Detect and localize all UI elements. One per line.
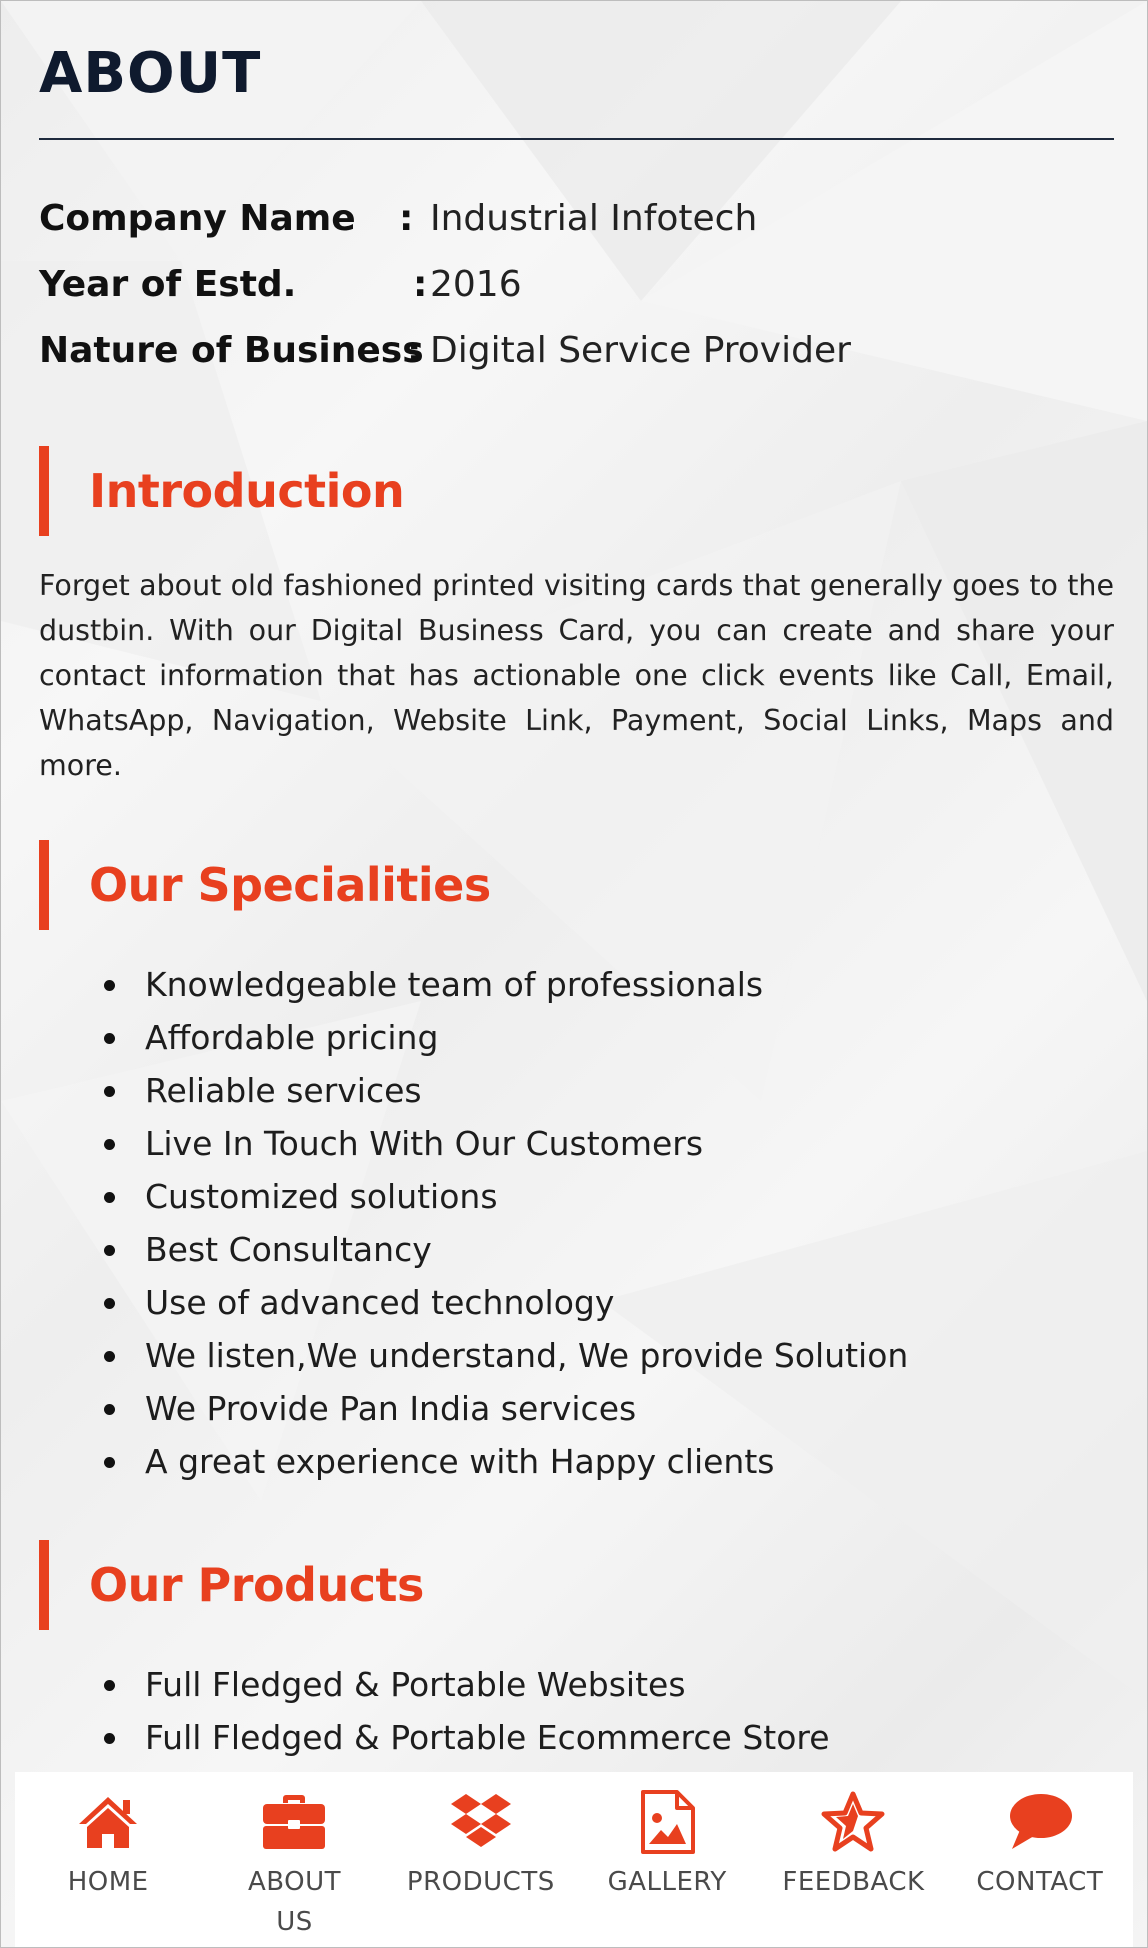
products-heading: Our Products [39,1540,424,1630]
company-name-row: Company Name: Industrial Infotech [39,198,757,239]
nav-about-us-label: ABOUT US [247,1867,342,1937]
nav-contact[interactable]: CONTACT [947,1772,1133,1947]
list-item: We listen,We understand, We provide Solu… [39,1329,908,1382]
introduction-title: Introduction [89,464,405,518]
nature-of-business-label: Nature of Business [39,330,424,371]
year-estd-value: 2016 [430,264,522,305]
chat-bubble-icon [1004,1786,1076,1858]
list-item: Reliable services [39,1064,908,1117]
company-name-value: Industrial Infotech [430,198,758,239]
company-name-colon: : [399,198,414,239]
dropbox-icon [445,1786,517,1858]
products-list: Full Fledged & Portable Websites Full Fl… [39,1658,830,1764]
nature-of-business-row: Nature of Business: Digital Service Provi… [39,330,851,371]
list-item: Affordable pricing [39,1011,908,1064]
list-item: We Provide Pan India services [39,1382,908,1435]
home-icon [72,1786,144,1858]
list-item: Best Consultancy [39,1223,908,1276]
nav-products-label: PRODUCTS [406,1867,555,1897]
list-item: Knowledgeable team of professionals [39,958,908,1011]
nav-feedback[interactable]: FEEDBACK [760,1772,946,1947]
nav-about-us[interactable]: ABOUT US [201,1772,387,1947]
company-name-label: Company Name [39,198,356,239]
introduction-heading: Introduction [39,446,405,536]
nav-gallery[interactable]: GALLERY [574,1772,760,1947]
specialities-list: Knowledgeable team of professionals Affo… [39,958,908,1488]
specialities-title: Our Specialities [89,858,491,912]
image-file-icon [631,1786,703,1858]
briefcase-icon [258,1786,330,1858]
year-estd-row: Year of Estd.:2016 [39,264,522,305]
specialities-heading: Our Specialities [39,840,491,930]
nature-of-business-value: Digital Service Provider [430,330,851,371]
title-divider [39,138,1114,140]
year-estd-colon: : [413,264,428,305]
list-item: Customized solutions [39,1170,908,1223]
star-icon [817,1786,889,1858]
nav-contact-label: CONTACT [976,1867,1104,1897]
introduction-text: Forget about old fashioned printed visit… [39,569,1114,782]
year-estd-label: Year of Estd. [39,264,297,305]
nature-of-business-colon: : [407,330,422,371]
list-item: A great experience with Happy clients [39,1435,908,1488]
list-item: Live In Touch With Our Customers [39,1117,908,1170]
list-item: Use of advanced technology [39,1276,908,1329]
nav-home[interactable]: HOME [15,1772,201,1947]
page-title: ABOUT [39,41,262,106]
nav-home-label: HOME [67,1867,149,1897]
page-frame: ABOUT Company Name: Industrial Infotech Y… [0,0,1148,1948]
list-item: Full Fledged & Portable Websites [39,1658,830,1711]
nav-gallery-label: GALLERY [607,1867,727,1897]
list-item: Full Fledged & Portable Ecommerce Store [39,1711,830,1764]
products-title: Our Products [89,1558,424,1612]
nav-feedback-label: FEEDBACK [782,1867,925,1897]
bottom-navigation: HOME ABOUT US PRODUCTS GALLERY FEEDBACK … [15,1772,1133,1947]
nav-products[interactable]: PRODUCTS [388,1772,574,1947]
